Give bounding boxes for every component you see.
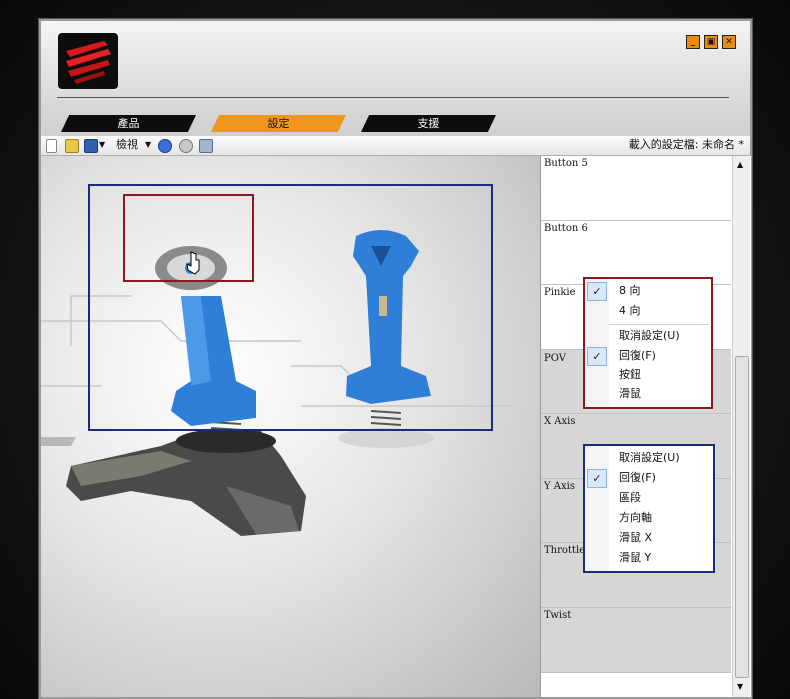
- menu-item-label: 4 向: [619, 304, 641, 317]
- row-label: Button 5: [544, 158, 588, 169]
- brand-logo: [58, 33, 118, 89]
- printer-icon[interactable]: [199, 139, 213, 153]
- menu-item-label: 區段: [619, 491, 641, 504]
- row-label: X Axis: [544, 416, 576, 427]
- row-label: POV: [544, 353, 566, 364]
- app-window: _ ▣ ✕ 產品 設定 支援 ▼ 檢視 ▼ 載入的設定檔: 未命名 * Butt…: [39, 19, 752, 699]
- pov-context-menu: ✓ 8 向 4 向 取消設定(U) ✓ 回復(F) 按鈕 滑鼠: [583, 277, 713, 409]
- menu-item-mouse-y[interactable]: 滑鼠 Y: [585, 548, 709, 568]
- menu-item-unset[interactable]: 取消設定(U): [585, 448, 709, 468]
- scroll-thumb[interactable]: [735, 356, 749, 678]
- menu-item-label: 8 向: [619, 284, 641, 297]
- new-file-icon[interactable]: [46, 139, 57, 153]
- menu-separator: [609, 324, 709, 325]
- open-folder-icon[interactable]: [65, 139, 79, 153]
- row-label: Button 6: [544, 223, 588, 234]
- menu-item-mouse[interactable]: 滑鼠: [585, 384, 709, 404]
- app-header: _ ▣ ✕ 產品 設定 支援: [41, 21, 750, 136]
- joystick-view: [41, 156, 540, 697]
- check-icon: ✓: [587, 282, 607, 301]
- menu-item-label: 按鈕: [619, 368, 641, 381]
- save-icon[interactable]: [84, 139, 98, 153]
- scroll-down-icon[interactable]: ▼: [737, 682, 743, 691]
- menu-item-label: 滑鼠 Y: [619, 551, 652, 564]
- row-label: Pinkie: [544, 287, 576, 298]
- minimize-button[interactable]: _: [686, 35, 700, 49]
- menu-item-label: 取消設定(U): [619, 329, 680, 342]
- menu-item-direction-axis[interactable]: 方向軸: [585, 508, 709, 528]
- scroll-up-icon[interactable]: ▲: [737, 160, 743, 169]
- menu-item-label: 回復(F): [619, 349, 656, 362]
- menu-item-label: 回復(F): [619, 471, 656, 484]
- menu-item-restore[interactable]: ✓ 回復(F): [585, 346, 709, 366]
- row-label: Twist: [544, 610, 572, 621]
- menu-item-label: 方向軸: [619, 511, 652, 524]
- check-icon: ✓: [587, 347, 607, 366]
- menu-item-button[interactable]: 按鈕: [585, 365, 709, 385]
- menu-item-label: 滑鼠 X: [619, 531, 653, 544]
- menu-item-label: 滑鼠: [619, 387, 641, 400]
- axis-context-menu: 取消設定(U) ✓ 回復(F) 區段 方向軸 滑鼠 X 滑鼠 Y: [583, 444, 715, 573]
- joystick-illustration: [41, 184, 511, 536]
- save-dropdown-arrow-icon[interactable]: ▼: [99, 138, 105, 152]
- menu-item-label: 取消設定(U): [619, 451, 680, 464]
- tab-settings[interactable]: 設定: [211, 115, 346, 132]
- row-button-6[interactable]: Button 6: [541, 221, 731, 285]
- toolbar: ▼ 檢視 ▼ 載入的設定檔: 未命名 *: [41, 136, 750, 156]
- restore-button[interactable]: ▣: [704, 35, 718, 49]
- row-button-5[interactable]: Button 5: [541, 156, 731, 221]
- row-label: Throttle: [544, 545, 586, 556]
- menu-item-unset[interactable]: 取消設定(U): [585, 326, 709, 346]
- test-icon[interactable]: [158, 139, 172, 153]
- gear-icon[interactable]: [179, 139, 193, 153]
- menu-item-8-way[interactable]: ✓ 8 向: [585, 281, 709, 301]
- view-menu[interactable]: 檢視: [116, 138, 138, 152]
- close-button[interactable]: ✕: [722, 35, 736, 49]
- menu-item-band[interactable]: 區段: [585, 488, 709, 508]
- menu-item-4-way[interactable]: 4 向: [585, 301, 709, 321]
- mapping-panel: Button 5 Button 6 Pinkie POV X Axis Y Ax…: [540, 156, 751, 697]
- menu-item-restore[interactable]: ✓ 回復(F): [585, 468, 709, 488]
- menu-item-mouse-x[interactable]: 滑鼠 X: [585, 528, 709, 548]
- check-icon: ✓: [587, 469, 607, 488]
- tab-support[interactable]: 支援: [361, 115, 496, 132]
- device-frame: [88, 184, 493, 431]
- header-divider: [57, 97, 729, 98]
- tab-products[interactable]: 產品: [61, 115, 196, 132]
- row-twist[interactable]: Twist: [541, 608, 731, 673]
- panel-scrollbar[interactable]: ▲ ▼: [732, 156, 750, 697]
- loaded-profile-label: 載入的設定檔: 未命名 *: [628, 138, 744, 151]
- view-dropdown-arrow-icon[interactable]: ▼: [145, 138, 151, 152]
- row-label: Y Axis: [544, 481, 575, 492]
